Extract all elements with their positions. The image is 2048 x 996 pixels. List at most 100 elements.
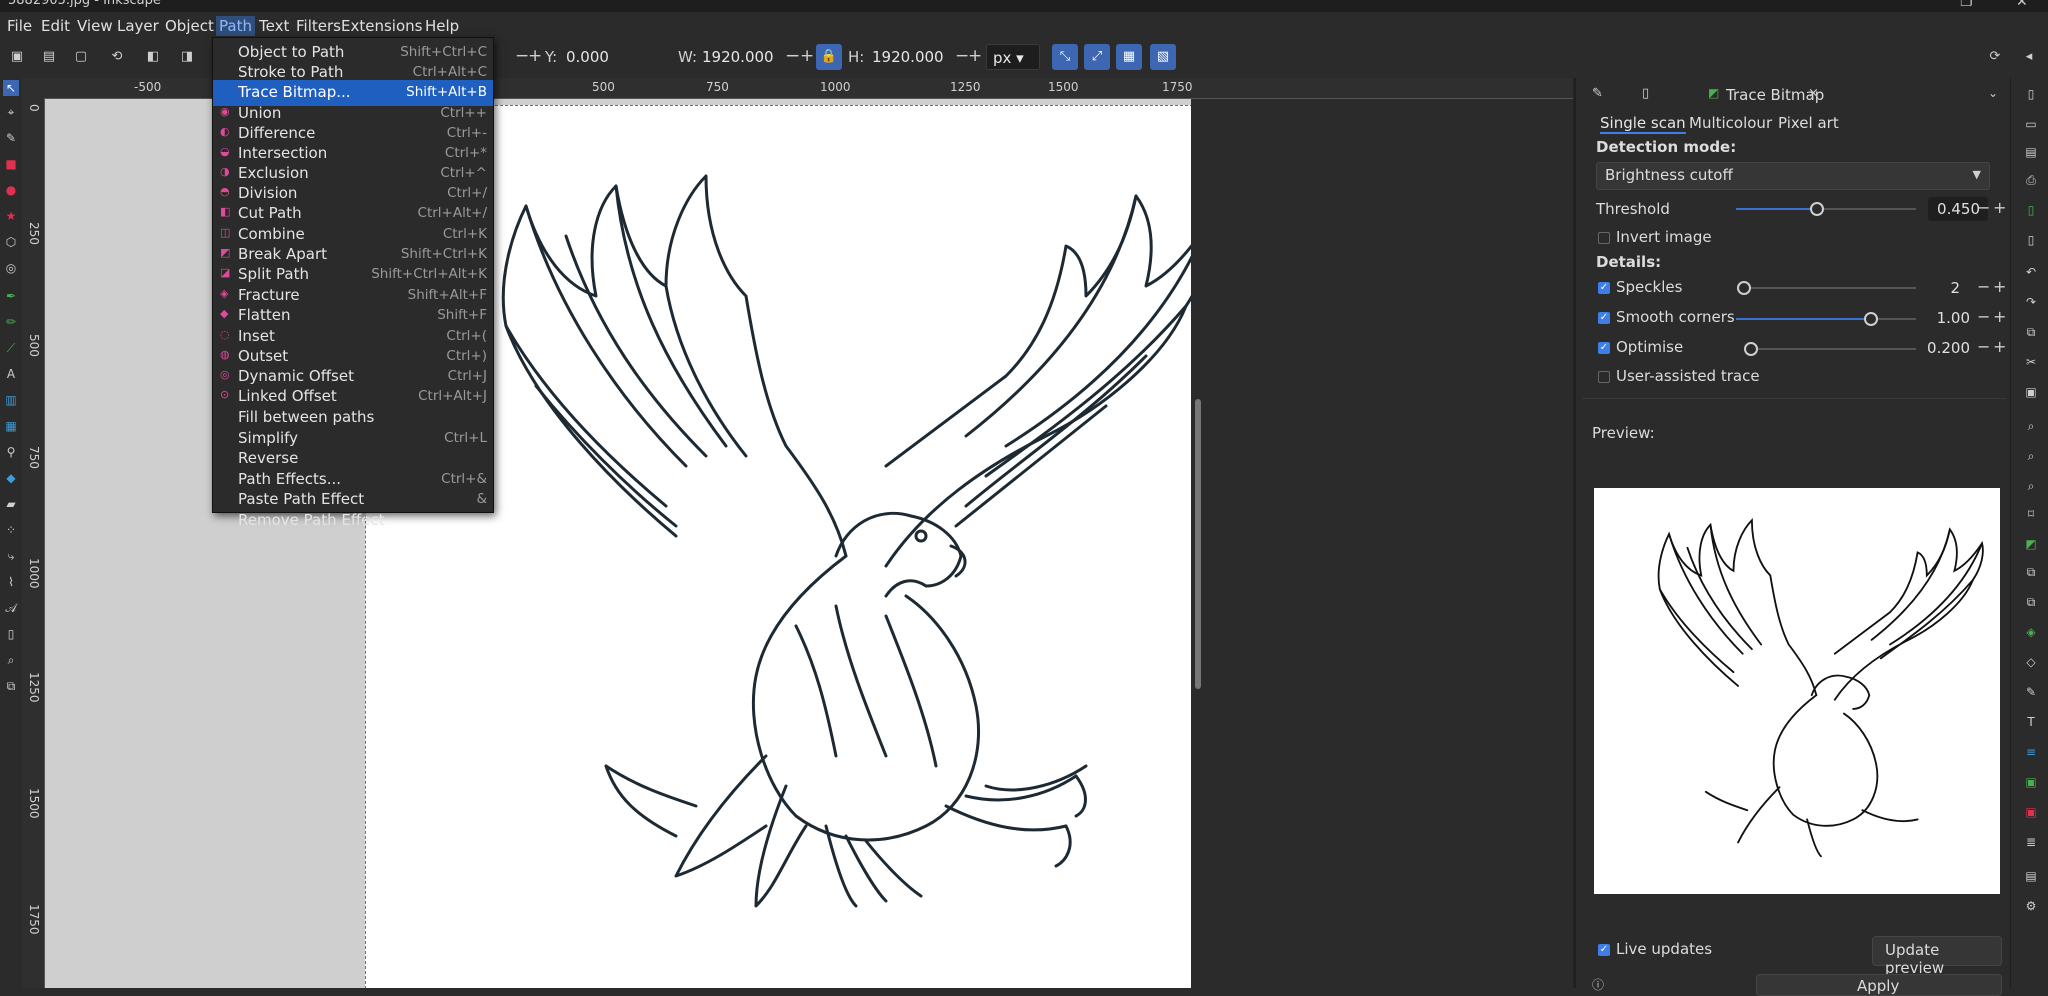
speckles-slider[interactable] xyxy=(1737,281,1916,295)
copy-icon[interactable]: ⧉ xyxy=(2023,324,2039,340)
lpe-tool-icon[interactable]: 𝒜 xyxy=(3,600,19,616)
open-icon[interactable]: ▭ xyxy=(2023,116,2039,132)
select-all-layers-icon[interactable]: ▤ xyxy=(40,48,58,66)
dropper-tool-icon[interactable]: ⚲ xyxy=(3,444,19,460)
smooth-corners-increment-button[interactable]: + xyxy=(1993,307,2006,326)
deselect-icon[interactable]: ▢ xyxy=(72,48,90,66)
unlink-clone-icon[interactable]: ⧉ xyxy=(2023,594,2039,610)
speckles-knob[interactable] xyxy=(1737,281,1751,295)
dock-menu-chevron-icon[interactable]: ⌄ xyxy=(1988,86,1998,100)
w-decrement-button[interactable]: − xyxy=(786,46,800,66)
spray-tool-icon[interactable]: ⁘ xyxy=(3,522,19,538)
canvas-scrollbar[interactable] xyxy=(1193,99,1203,988)
save-icon[interactable]: ▤ xyxy=(2023,144,2039,160)
threshold-slider[interactable] xyxy=(1736,202,1916,216)
rectangle-tool-icon[interactable]: ■ xyxy=(3,156,19,172)
rotate-icon[interactable]: ⟲ xyxy=(108,48,126,66)
speckles-checkbox[interactable]: ✓ xyxy=(1598,282,1610,294)
optimise-decrement-button[interactable]: − xyxy=(1977,337,1990,356)
restore-icon[interactable]: ❐ xyxy=(1960,0,1973,10)
print-icon[interactable]: ⎙ xyxy=(2023,172,2039,188)
clone-icon[interactable]: ⧉ xyxy=(2023,564,2039,580)
gradient-tool-icon[interactable]: ▥ xyxy=(3,392,19,408)
info-icon[interactable]: ⓘ xyxy=(1592,976,1604,993)
optimise-slider[interactable] xyxy=(1743,342,1916,356)
scrollbar-thumb[interactable] xyxy=(1195,399,1201,689)
collapse-icon[interactable]: ◂ xyxy=(2020,48,2038,66)
scale-stroke-button[interactable]: ⤡ xyxy=(1052,44,1078,70)
menu-edit[interactable]: Edit xyxy=(38,16,73,36)
close-icon[interactable]: ✕ xyxy=(2016,0,2028,10)
node-tool-icon[interactable]: ⌖ xyxy=(3,104,19,120)
threshold-field[interactable]: 0.450 xyxy=(1926,198,1980,220)
box3d-tool-icon[interactable]: ⬡ xyxy=(3,234,19,250)
measure-tool-icon[interactable]: ⌇ xyxy=(3,574,19,590)
menu-path[interactable]: Path xyxy=(216,16,255,36)
speckles-field[interactable]: 2 xyxy=(1906,277,1960,299)
eraser-tool-icon[interactable]: ▰ xyxy=(3,496,19,512)
mesh-tool-icon[interactable]: ▦ xyxy=(3,418,19,434)
menu-object[interactable]: Object xyxy=(162,16,217,36)
xml-editor-icon[interactable]: ▣ xyxy=(2023,774,2039,790)
select-all-icon[interactable]: ▣ xyxy=(8,48,26,66)
h-field[interactable]: 1920.000 xyxy=(866,44,958,70)
w-field[interactable]: 1920.000 xyxy=(696,44,786,70)
vertical-ruler[interactable]: 0 250 500 750 1000 1250 1500 1750 xyxy=(22,98,45,988)
user-assisted-trace-checkbox[interactable] xyxy=(1598,371,1610,383)
optimise-checkbox[interactable]: ✓ xyxy=(1598,342,1610,354)
smooth-corners-decrement-button[interactable]: − xyxy=(1977,307,1990,326)
threshold-decrement-button[interactable]: − xyxy=(1977,198,1990,217)
import-icon[interactable]: ▯ xyxy=(2023,202,2039,218)
paste-icon[interactable]: ▣ xyxy=(2023,384,2039,400)
speckles-increment-button[interactable]: + xyxy=(1993,277,2006,296)
document-icon[interactable]: ▯ xyxy=(1642,86,1649,101)
tweak-tool-icon[interactable]: ✎ xyxy=(3,130,19,146)
zoom-page-icon[interactable]: ⌕ xyxy=(2023,478,2039,494)
smooth-corners-checkbox[interactable]: ✓ xyxy=(1598,312,1610,324)
zoom-drawing-icon[interactable]: ⌕ xyxy=(2023,448,2039,464)
text-font-icon[interactable]: T xyxy=(2023,714,2039,730)
menu-extensions[interactable]: Extensions xyxy=(338,16,425,36)
threshold-knob[interactable] xyxy=(1810,202,1824,216)
move-gradients-button[interactable]: ▦ xyxy=(1116,44,1142,70)
invert-image-checkbox[interactable] xyxy=(1598,232,1610,244)
preferences-icon[interactable]: ⚙ xyxy=(2023,898,2039,914)
lock-ratio-button[interactable]: 🔒 xyxy=(816,44,842,70)
star-tool-icon[interactable]: ★ xyxy=(3,208,19,224)
smooth-corners-knob[interactable] xyxy=(1864,312,1878,326)
flip-vertical-icon[interactable]: ◨ xyxy=(178,48,196,66)
live-updates-checkbox[interactable]: ✓ xyxy=(1598,944,1610,956)
menu-filters[interactable]: Filters xyxy=(293,16,344,36)
align-distribute-icon[interactable]: ▣ xyxy=(2023,804,2039,820)
paint-bucket-tool-icon[interactable]: ◆ xyxy=(3,470,19,486)
scale-corners-button[interactable]: ⤢ xyxy=(1084,44,1110,70)
export-icon[interactable]: ▯ xyxy=(2023,232,2039,248)
document-properties-icon[interactable]: ▤ xyxy=(2023,868,2039,884)
menu-text[interactable]: Text xyxy=(256,16,292,36)
pen-tool-icon[interactable]: ✒ xyxy=(3,288,19,304)
redo-icon[interactable]: ↷ xyxy=(2023,294,2039,310)
new-document-icon[interactable]: ▯ xyxy=(2023,86,2039,102)
clone-tool-icon[interactable]: ⧉ xyxy=(3,678,19,694)
speckles-decrement-button[interactable]: − xyxy=(1977,277,1990,296)
menu-help[interactable]: Help xyxy=(422,16,462,36)
edit-icon[interactable]: ✎ xyxy=(1592,86,1603,101)
ellipse-tool-icon[interactable]: ● xyxy=(3,182,19,198)
smooth-corners-field[interactable]: 1.00 xyxy=(1916,307,1970,329)
pages-tool-icon[interactable]: ▯ xyxy=(3,626,19,642)
text-tool-icon[interactable]: A xyxy=(3,366,19,382)
zoom-width-icon[interactable]: ⌑ xyxy=(2023,506,2039,522)
cut-icon[interactable]: ✂ xyxy=(2023,354,2039,370)
close-tab-icon[interactable]: × xyxy=(1808,86,1819,101)
fill-stroke-icon[interactable]: ✎ xyxy=(2023,684,2039,700)
move-patterns-button[interactable]: ▧ xyxy=(1150,44,1176,70)
connector-tool-icon[interactable]: ⤷ xyxy=(3,548,19,564)
calligraphy-tool-icon[interactable]: ⟋ xyxy=(3,340,19,356)
optimise-knob[interactable] xyxy=(1743,342,1758,356)
tab-pixel-art[interactable]: Pixel art xyxy=(1778,114,1839,132)
snap-icon[interactable]: ⟳ xyxy=(1986,48,2004,66)
tab-single-scan[interactable]: Single scan xyxy=(1600,114,1686,134)
pencil-tool-icon[interactable]: ✏ xyxy=(3,314,19,330)
zoom-selection-icon[interactable]: ⌕ xyxy=(2023,418,2039,434)
ungroup-icon[interactable]: ◇ xyxy=(2023,654,2039,670)
